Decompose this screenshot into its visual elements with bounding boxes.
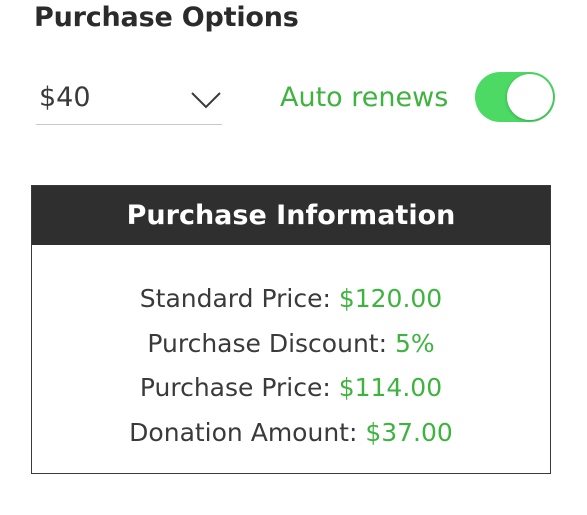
purchase-discount-row: Purchase Discount: 5% [32, 322, 550, 367]
donation-amount-row: Donation Amount: $37.00 [32, 411, 550, 456]
standard-price-row: Standard Price: $120.00 [32, 277, 550, 322]
purchase-price-row: Purchase Price: $114.00 [32, 366, 550, 411]
purchase-information-header: Purchase Information [32, 186, 550, 245]
purchase-information-lines: Standard Price: $120.00 Purchase Discoun… [32, 245, 550, 455]
amount-dropdown[interactable]: $40 [36, 76, 222, 125]
standard-price-label: Standard Price: [139, 284, 331, 313]
chevron-down-icon [191, 92, 221, 109]
purchase-price-value: $114.00 [338, 373, 443, 402]
purchase-information-panel: Purchase Information Standard Price: $12… [31, 185, 551, 474]
auto-renew-toggle[interactable] [475, 72, 555, 122]
amount-selected-value: $40 [39, 82, 91, 113]
standard-price-value: $120.00 [338, 284, 443, 313]
purchase-price-label: Purchase Price: [139, 373, 331, 402]
purchase-discount-value: 5% [394, 328, 435, 358]
auto-renew-label: Auto renews [280, 82, 449, 113]
toggle-knob [507, 74, 553, 120]
donation-amount-label: Donation Amount: [129, 417, 358, 447]
donation-amount-value: $37.00 [365, 417, 453, 447]
purchase-discount-label: Purchase Discount: [147, 328, 388, 358]
page-title: Purchase Options [34, 2, 299, 33]
